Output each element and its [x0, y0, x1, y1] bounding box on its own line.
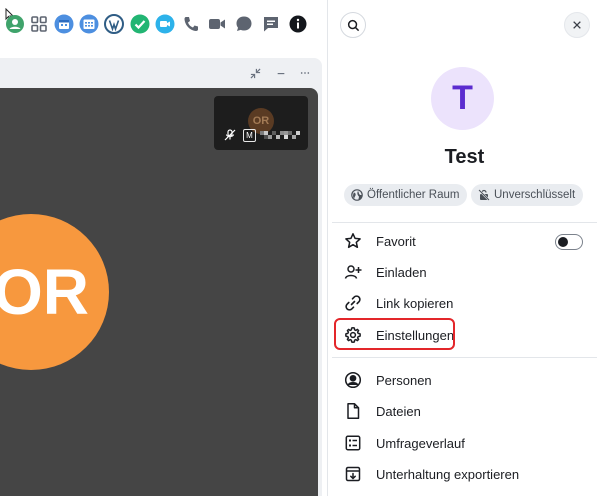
more-icon[interactable] — [296, 64, 314, 82]
menu-item-label: Favorit — [376, 233, 416, 249]
phone-icon[interactable] — [181, 14, 201, 34]
menu-item-invite[interactable]: Einladen — [336, 257, 596, 287]
room-name: Test — [444, 146, 485, 168]
menu-item-label: Dateien — [376, 403, 421, 419]
user-add-icon — [344, 265, 362, 279]
search-icon — [347, 19, 359, 31]
export-icon — [345, 466, 361, 482]
call-area: OR OR M — [0, 0, 326, 496]
unencrypted-badge: Unverschlüsselt — [471, 184, 584, 206]
wordpress-icon[interactable] — [104, 14, 124, 34]
minimize-call-icon[interactable] — [246, 64, 264, 82]
toggle-knob — [558, 237, 568, 247]
menu-item-label: Einstellungen — [376, 327, 455, 343]
video-stage: OR OR M — [0, 88, 318, 496]
menu-item-label: Unterhaltung exportieren — [376, 466, 520, 482]
calendar-week-icon[interactable] — [79, 14, 99, 34]
chat-bubble-icon[interactable] — [234, 14, 254, 34]
meet-icon[interactable] — [155, 14, 175, 34]
message-icon[interactable] — [261, 14, 281, 34]
search-button[interactable] — [340, 12, 366, 38]
public-room-badge: Öffentlicher Raum — [344, 184, 468, 206]
info-icon[interactable] — [288, 14, 308, 34]
menu-item-label: Link kopieren — [376, 295, 454, 311]
gear-icon — [345, 327, 361, 343]
link-icon — [345, 295, 361, 311]
menu-item-people[interactable]: Personen — [336, 365, 596, 395]
room-avatar: T — [431, 67, 494, 130]
menu-item-export-chat[interactable]: Unterhaltung exportieren — [336, 459, 596, 489]
minimize-icon[interactable] — [272, 64, 290, 82]
person-icon — [344, 371, 362, 389]
top-toolbar — [0, 0, 326, 48]
menu-item-files[interactable]: Dateien — [336, 396, 596, 426]
call-panel: OR OR M — [0, 58, 322, 496]
menu-item-settings[interactable]: Einstellungen — [336, 320, 596, 350]
close-icon — [573, 21, 581, 29]
moderator-badge: M — [243, 129, 256, 142]
call-header — [0, 58, 322, 88]
menu-item-label: Personen — [376, 372, 432, 388]
self-video-tile[interactable]: OR M — [214, 96, 308, 150]
menu-item-poll-history[interactable]: Umfrageverlauf — [336, 428, 596, 458]
close-button[interactable] — [564, 12, 590, 38]
menu-item-label: Umfrageverlauf — [376, 435, 465, 451]
poll-icon — [345, 435, 361, 451]
globe-icon — [351, 189, 363, 201]
blurred-name — [260, 131, 300, 139]
room-info-panel: T Test Öffentlicher Raum Unverschlüsselt… — [327, 0, 600, 496]
file-icon — [347, 403, 360, 419]
apps-grid-icon[interactable] — [29, 14, 49, 34]
divider — [332, 222, 597, 223]
home-icon[interactable] — [5, 14, 25, 34]
favorite-toggle[interactable] — [555, 234, 583, 250]
public-room-label: Öffentlicher Raum — [367, 189, 460, 201]
participant-initials: OR — [0, 256, 89, 328]
menu-item-label: Einladen — [376, 264, 427, 280]
check-circle-icon[interactable] — [130, 14, 150, 34]
unlock-icon — [478, 189, 490, 201]
menu-item-copy-link[interactable]: Link kopieren — [336, 288, 596, 318]
unencrypted-label: Unverschlüsselt — [494, 189, 576, 201]
star-icon — [345, 233, 361, 249]
video-icon[interactable] — [207, 14, 227, 34]
divider — [332, 357, 597, 358]
calendar-icon[interactable] — [54, 14, 74, 34]
mic-muted-icon — [224, 129, 236, 141]
participant-avatar: OR — [0, 214, 109, 370]
